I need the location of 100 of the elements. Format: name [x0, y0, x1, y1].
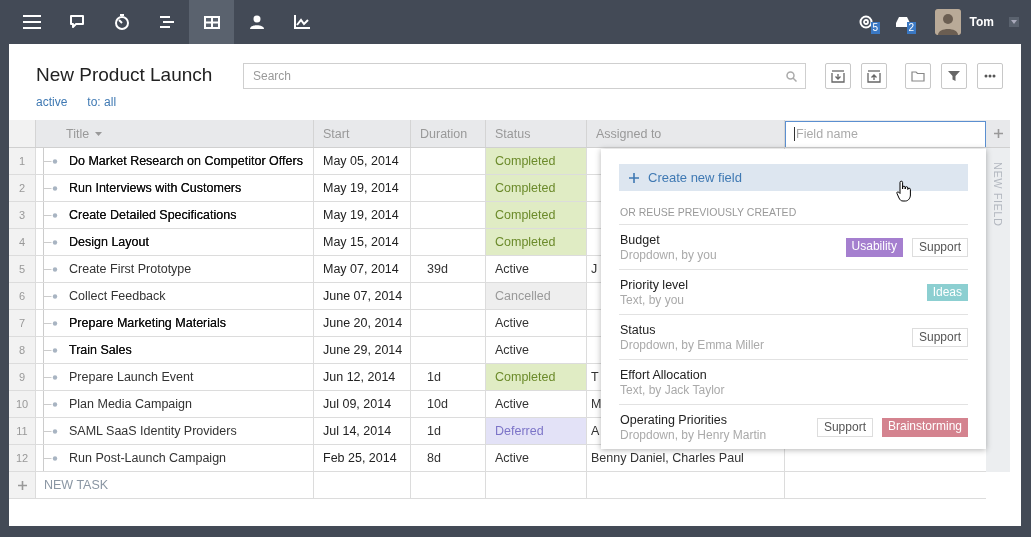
- tag: Brainstorming: [881, 417, 968, 437]
- row-number: 11: [9, 418, 36, 444]
- task-title[interactable]: SAML SaaS Identity Providers: [69, 424, 237, 438]
- task-title[interactable]: Prepare Launch Event: [69, 370, 194, 384]
- filter-link[interactable]: to: all: [87, 95, 117, 109]
- plus-icon: [629, 172, 639, 183]
- field-name[interactable]: Status: [620, 322, 765, 337]
- start-date: Jul 09, 2014: [314, 391, 411, 417]
- row-number: 3: [9, 202, 36, 228]
- tree-branch-icon: [43, 364, 59, 390]
- timer-icon: [113, 14, 130, 30]
- row-number: 7: [9, 310, 36, 336]
- person-icon: [249, 15, 264, 29]
- duration: 39d: [411, 256, 486, 282]
- create-field-button[interactable]: Create new field: [619, 164, 968, 191]
- field-meta: Dropdown, by Emma Miller: [620, 337, 765, 352]
- start-date: May 19, 2014: [314, 175, 411, 201]
- toolbar-button[interactable]: [861, 63, 887, 89]
- task-title[interactable]: Plan Media Campaign: [69, 397, 192, 411]
- tree-branch-icon: [43, 229, 59, 255]
- count-badge: 2: [906, 22, 917, 34]
- avatar[interactable]: [934, 9, 961, 35]
- export-icon: [831, 69, 845, 83]
- start-date: Jul 14, 2014: [314, 418, 411, 444]
- task-title[interactable]: Run Post-Launch Campaign: [69, 451, 227, 465]
- new-field-label: NEW FIELD: [992, 162, 1004, 227]
- field-name[interactable]: Effort Allocation: [620, 367, 725, 382]
- add-task-button[interactable]: [9, 472, 36, 498]
- task-title[interactable]: Do Market Research on Competitor Offers: [69, 154, 303, 168]
- tag: Usability: [845, 237, 903, 257]
- task-title[interactable]: Create Detailed Specifications: [69, 208, 237, 222]
- tree-branch-icon: [43, 445, 59, 471]
- filter-link[interactable]: active: [36, 95, 68, 109]
- row-number: 5: [9, 256, 36, 282]
- status-cell: Completed: [486, 229, 587, 255]
- start-date: Jun 12, 2014: [314, 364, 411, 390]
- start-date: May 05, 2014: [314, 148, 411, 174]
- tree-branch-icon: [43, 418, 59, 444]
- row-number: 2: [9, 175, 36, 201]
- project-title: New Product Launch: [36, 63, 214, 87]
- plus-icon: [993, 129, 1003, 138]
- row-number: 8: [9, 337, 36, 363]
- status-cell: Active: [486, 310, 587, 336]
- inbox-icon: [894, 16, 911, 28]
- table-icon: [203, 15, 220, 29]
- tree-branch-icon: [43, 337, 59, 363]
- status-cell: Cancelled: [486, 283, 587, 309]
- status-cell: Active: [486, 391, 587, 417]
- tag: Support: [816, 417, 873, 437]
- row-number: 1: [9, 148, 36, 174]
- duration: 8d: [411, 445, 486, 471]
- tag: Support: [911, 237, 968, 257]
- notification-button[interactable]: 5: [852, 0, 879, 44]
- status-cell: Completed: [486, 148, 587, 174]
- task-title[interactable]: Design Layout: [69, 235, 149, 249]
- status-cell: Active: [486, 256, 587, 282]
- folder-icon: [911, 69, 925, 83]
- speech-bubble-icon: [69, 15, 84, 29]
- task-title[interactable]: Prepare Marketing Materials: [69, 316, 226, 330]
- toolbar-button[interactable]: [825, 63, 851, 89]
- tree-branch-icon: [43, 256, 59, 282]
- start-date: May 19, 2014: [314, 202, 411, 228]
- task-title[interactable]: Run Interviews with Customers: [69, 181, 242, 195]
- at-sign-icon: [858, 15, 873, 29]
- task-title[interactable]: Create First Prototype: [69, 262, 192, 276]
- start-date: June 07, 2014: [314, 283, 411, 309]
- line-chart-icon: [293, 15, 310, 29]
- field-meta: Dropdown, by Henry Martin: [620, 427, 767, 442]
- menu-icon: [22, 15, 41, 29]
- status-cell: Completed: [486, 175, 587, 201]
- start-date: May 15, 2014: [314, 229, 411, 255]
- start-date: May 07, 2014: [314, 256, 411, 282]
- start-date: June 29, 2014: [314, 337, 411, 363]
- tag: Ideas: [926, 283, 968, 301]
- notification-button[interactable]: 2: [888, 0, 917, 44]
- task-title[interactable]: Collect Feedback: [69, 289, 166, 303]
- start-date: June 20, 2014: [314, 310, 411, 336]
- tree-branch-icon: [43, 283, 59, 309]
- duration: 10d: [411, 391, 486, 417]
- filter-icon: [947, 69, 961, 83]
- toolbar-button[interactable]: [941, 63, 967, 89]
- row-number: 6: [9, 283, 36, 309]
- status-cell: Active: [486, 445, 587, 471]
- caret-icon[interactable]: [1009, 17, 1019, 27]
- search-icon: [786, 70, 797, 82]
- task-title[interactable]: Train Sales: [69, 343, 132, 357]
- list-icon: [159, 16, 174, 28]
- section-label: OR REUSE PREVIOUSLY CREATED: [620, 206, 798, 218]
- status-cell: Active: [486, 337, 587, 363]
- user-name[interactable]: Tom: [969, 15, 994, 29]
- field-meta: Text, by you: [620, 292, 686, 307]
- tree-branch-icon: [43, 202, 59, 228]
- tree-branch-icon: [43, 391, 59, 417]
- tag: Support: [911, 327, 968, 347]
- count-badge: 5: [870, 22, 881, 34]
- nav-tab[interactable]: [189, 0, 234, 44]
- field-name[interactable]: Budget: [620, 232, 717, 247]
- plus-icon: [17, 480, 27, 490]
- start-date: Feb 25, 2014: [314, 445, 411, 471]
- row-number: 4: [9, 229, 36, 255]
